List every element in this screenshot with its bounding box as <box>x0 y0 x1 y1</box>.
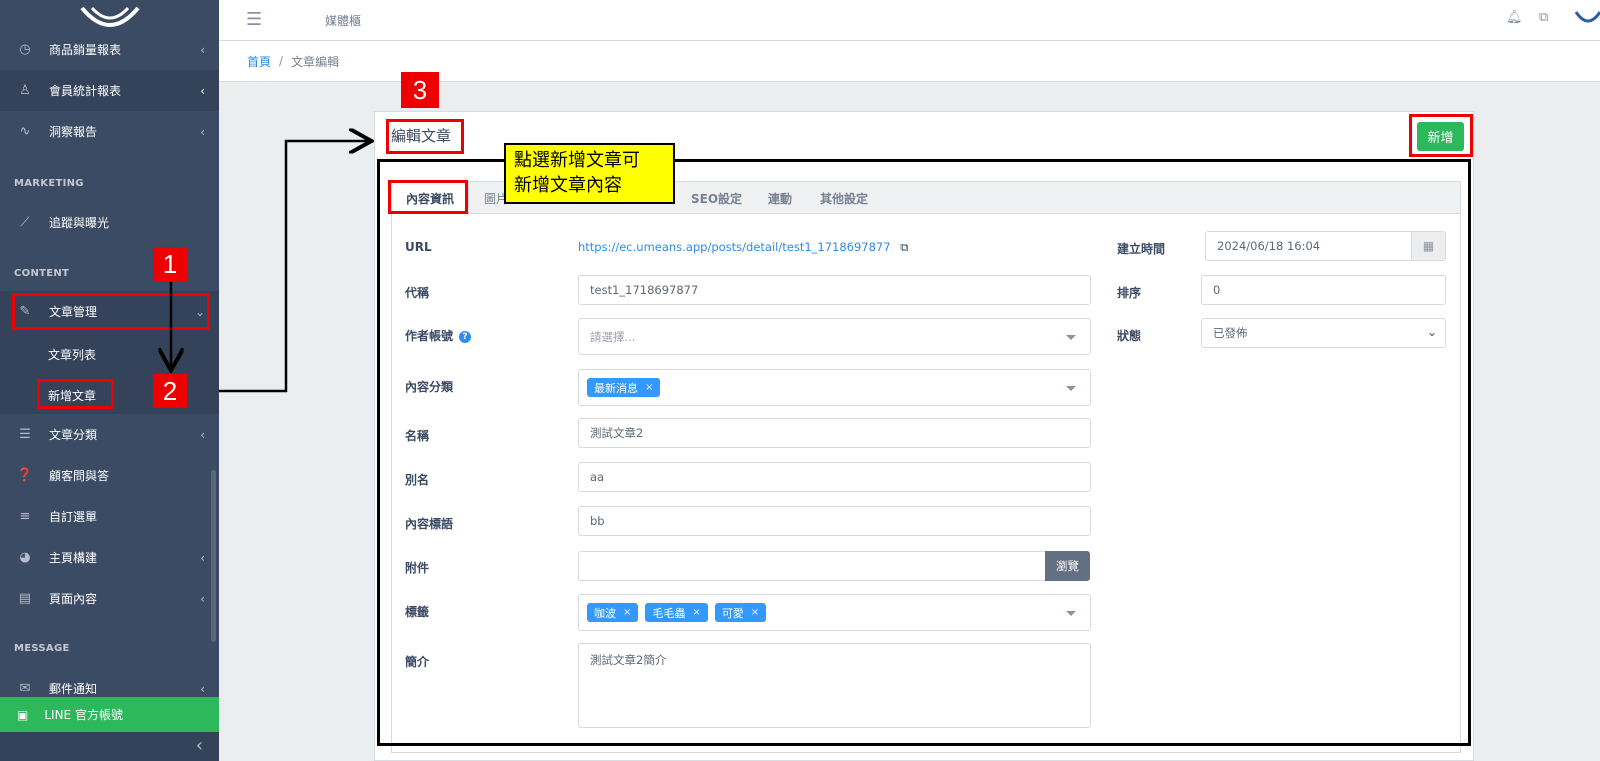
annotation-arrows <box>0 0 1600 393</box>
arrow-step2-to-step3 <box>219 141 369 393</box>
